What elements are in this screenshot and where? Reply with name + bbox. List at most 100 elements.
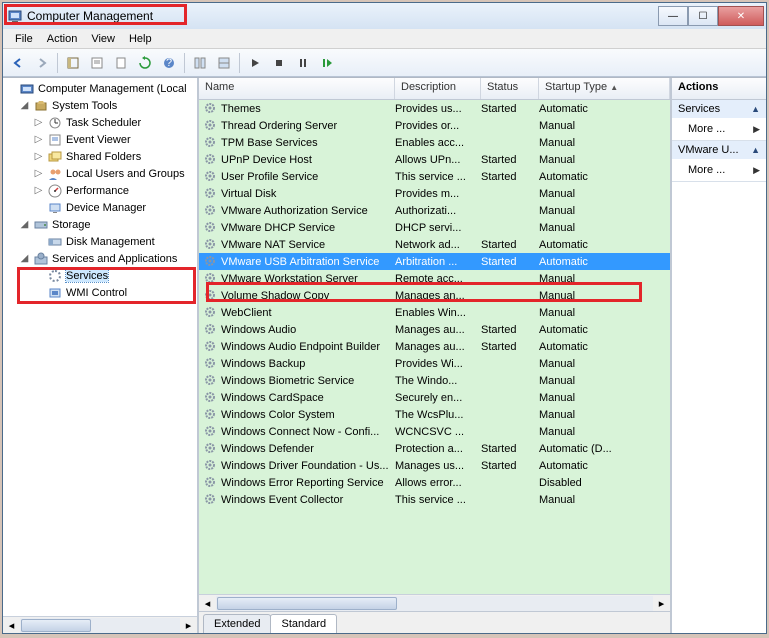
column-startup-type[interactable]: Startup Type ▲ — [539, 78, 670, 99]
service-row[interactable]: VMware DHCP ServiceDHCP servi...Manual — [199, 219, 670, 236]
service-status: Started — [481, 103, 539, 115]
tree-services-apps[interactable]: ◢Services and Applications — [5, 250, 195, 267]
tree-wmi-control[interactable]: WMI Control — [5, 284, 195, 301]
service-startup: Manual — [539, 392, 670, 404]
service-row[interactable]: Windows Error Reporting ServiceAllows er… — [199, 474, 670, 491]
service-startup: Automatic (D... — [539, 443, 670, 455]
export-button[interactable] — [110, 52, 132, 74]
service-row[interactable]: UPnP Device HostAllows UPn...StartedManu… — [199, 151, 670, 168]
pause-button[interactable] — [292, 52, 314, 74]
service-name: Windows Color System — [221, 409, 395, 421]
toolbar-btn-b[interactable] — [213, 52, 235, 74]
service-icon — [203, 407, 219, 423]
menu-action[interactable]: Action — [41, 31, 84, 47]
tree-services[interactable]: Services — [5, 267, 195, 284]
service-startup: Automatic — [539, 460, 670, 472]
service-row[interactable]: TPM Base ServicesEnables acc...Manual — [199, 134, 670, 151]
menu-help[interactable]: Help — [123, 31, 158, 47]
service-row[interactable]: Windows Connect Now - Confi...WCNCSVC ..… — [199, 423, 670, 440]
tree-shared-folders[interactable]: ▷Shared Folders — [5, 148, 195, 165]
tree[interactable]: Computer Management (Local ◢System Tools… — [3, 78, 197, 616]
service-row[interactable]: Windows Biometric ServiceThe Windo...Man… — [199, 372, 670, 389]
column-status[interactable]: Status — [481, 78, 539, 99]
tree-disk-management[interactable]: Disk Management — [5, 233, 195, 250]
list-h-scrollbar[interactable]: ◂▸ — [199, 594, 670, 611]
computer-management-window: Computer Management — ☐ ✕ File Action Vi… — [2, 2, 767, 634]
service-name: UPnP Device Host — [221, 154, 395, 166]
tree-root[interactable]: Computer Management (Local — [5, 80, 195, 97]
service-description: Provides Wi... — [395, 358, 481, 370]
tab-extended[interactable]: Extended — [203, 614, 271, 633]
service-description: Provides us... — [395, 103, 481, 115]
service-status: Started — [481, 443, 539, 455]
actions-more-1[interactable]: More ...▶ — [672, 118, 766, 140]
column-name[interactable]: Name — [199, 78, 395, 99]
service-row[interactable]: Windows Audio Endpoint BuilderManages au… — [199, 338, 670, 355]
service-row[interactable]: WebClientEnables Win...Manual — [199, 304, 670, 321]
service-icon — [203, 135, 219, 151]
service-row[interactable]: Windows AudioManages au...StartedAutomat… — [199, 321, 670, 338]
service-row[interactable]: Thread Ordering ServerProvides or...Manu… — [199, 117, 670, 134]
properties-button[interactable] — [86, 52, 108, 74]
service-icon — [203, 254, 219, 270]
show-hide-button[interactable] — [62, 52, 84, 74]
service-row[interactable]: Windows CardSpaceSecurely en...Manual — [199, 389, 670, 406]
titlebar: Computer Management — ☐ ✕ — [3, 3, 766, 29]
tree-local-users[interactable]: ▷Local Users and Groups — [5, 165, 195, 182]
tree-system-tools[interactable]: ◢System Tools — [5, 97, 195, 114]
service-icon — [203, 271, 219, 287]
back-button[interactable] — [7, 52, 29, 74]
minimize-button[interactable]: — — [658, 6, 688, 26]
service-row[interactable]: VMware USB Arbitration ServiceArbitratio… — [199, 253, 670, 270]
refresh-button[interactable] — [134, 52, 156, 74]
service-row[interactable]: Virtual DiskProvides m...Manual — [199, 185, 670, 202]
tree-performance[interactable]: ▷Performance — [5, 182, 195, 199]
service-name: VMware Workstation Server — [221, 273, 395, 285]
forward-button[interactable] — [31, 52, 53, 74]
service-icon — [203, 424, 219, 440]
toolbar-btn-a[interactable] — [189, 52, 211, 74]
restart-button[interactable] — [316, 52, 338, 74]
service-row[interactable]: Windows BackupProvides Wi...Manual — [199, 355, 670, 372]
tree-event-viewer[interactable]: ▷Event Viewer — [5, 131, 195, 148]
service-row[interactable]: ThemesProvides us...StartedAutomatic — [199, 100, 670, 117]
service-icon — [203, 492, 219, 508]
help-button[interactable]: ? — [158, 52, 180, 74]
main-area: Computer Management (Local ◢System Tools… — [3, 77, 766, 633]
service-row[interactable]: Windows Event CollectorThis service ...M… — [199, 491, 670, 508]
menu-file[interactable]: File — [9, 31, 39, 47]
tab-standard[interactable]: Standard — [270, 614, 337, 633]
service-startup: Automatic — [539, 239, 670, 251]
service-description: Network ad... — [395, 239, 481, 251]
service-name: Windows Driver Foundation - Us... — [221, 460, 395, 472]
service-icon — [203, 186, 219, 202]
tree-storage[interactable]: ◢Storage — [5, 216, 195, 233]
list-body[interactable]: ThemesProvides us...StartedAutomaticThre… — [199, 100, 670, 594]
service-description: Manages au... — [395, 341, 481, 353]
service-row[interactable]: VMware Workstation ServerRemote acc...Ma… — [199, 270, 670, 287]
stop-button[interactable] — [268, 52, 290, 74]
tree-device-manager[interactable]: Device Manager — [5, 199, 195, 216]
service-icon — [203, 220, 219, 236]
service-row[interactable]: VMware NAT ServiceNetwork ad...StartedAu… — [199, 236, 670, 253]
service-row[interactable]: Windows Color SystemThe WcsPlu...Manual — [199, 406, 670, 423]
service-status: Started — [481, 324, 539, 336]
service-name: VMware Authorization Service — [221, 205, 395, 217]
service-row[interactable]: Windows DefenderProtection a...StartedAu… — [199, 440, 670, 457]
menu-view[interactable]: View — [85, 31, 121, 47]
maximize-button[interactable]: ☐ — [688, 6, 718, 26]
service-row[interactable]: Volume Shadow CopyManages an...Manual — [199, 287, 670, 304]
column-description[interactable]: Description — [395, 78, 481, 99]
actions-more-2[interactable]: More ...▶ — [672, 159, 766, 181]
tree-h-scrollbar[interactable]: ◂▸ — [3, 616, 197, 633]
service-description: Protection a... — [395, 443, 481, 455]
service-row[interactable]: User Profile ServiceThis service ...Star… — [199, 168, 670, 185]
service-row[interactable]: VMware Authorization ServiceAuthorizati.… — [199, 202, 670, 219]
collapse-icon: ▲ — [751, 104, 760, 114]
service-row[interactable]: Windows Driver Foundation - Us...Manages… — [199, 457, 670, 474]
tree-task-scheduler[interactable]: ▷Task Scheduler — [5, 114, 195, 131]
actions-group-services[interactable]: Services▲ — [672, 100, 766, 118]
play-button[interactable] — [244, 52, 266, 74]
actions-group-vmware[interactable]: VMware U...▲ — [672, 141, 766, 159]
close-button[interactable]: ✕ — [718, 6, 764, 26]
